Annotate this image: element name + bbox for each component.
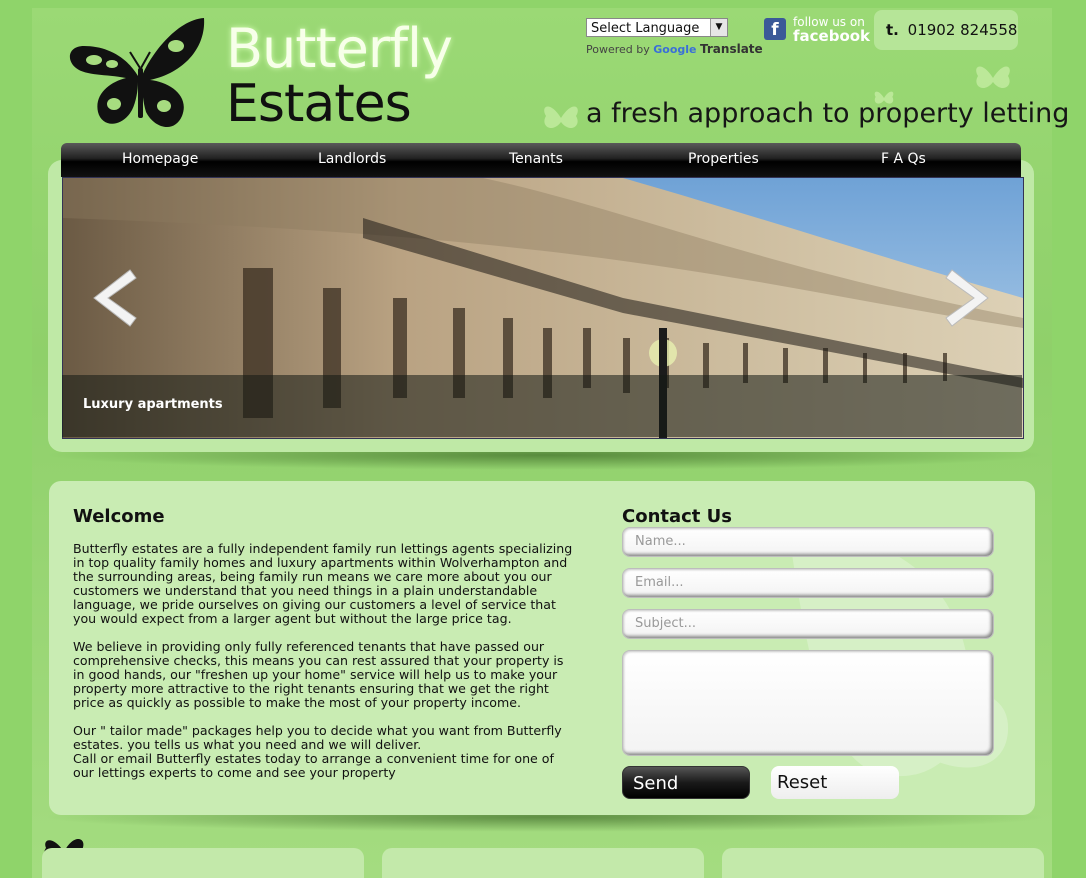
welcome-title: Welcome	[73, 506, 165, 527]
contact-title: Contact Us	[622, 506, 733, 527]
language-select[interactable]: Select Language ▼	[586, 18, 728, 37]
email-field[interactable]: Email...	[622, 568, 994, 598]
chevron-right-icon[interactable]	[944, 268, 996, 328]
phone-box: t. 01902 824558	[874, 10, 1018, 50]
decorative-butterfly-icon	[976, 66, 1010, 89]
slide-caption-bar: Luxury apartments	[62, 375, 1022, 437]
powered-by-text: Powered by	[586, 43, 650, 56]
facebook-line2: facebook	[793, 27, 871, 45]
welcome-paragraph-3: Our " tailor made" packages help you to …	[73, 723, 562, 752]
subject-field[interactable]: Subject...	[622, 609, 994, 639]
main-nav: Homepage Landlords Tenants Properties F …	[61, 143, 1021, 177]
send-button[interactable]: Send	[622, 766, 750, 799]
phone-prefix: t.	[886, 21, 899, 39]
nav-homepage[interactable]: Homepage	[122, 143, 198, 177]
bottom-box-1	[42, 848, 364, 878]
reset-button[interactable]: Reset	[771, 766, 899, 799]
welcome-paragraph-2: We believe in providing only fully refer…	[73, 639, 564, 710]
phone-number: 01902 824558	[907, 21, 1018, 39]
butterfly-logo-icon	[69, 18, 205, 128]
facebook-link[interactable]: follow us on facebook	[793, 16, 870, 44]
facebook-icon[interactable]: f	[764, 18, 786, 40]
decorative-butterfly-icon	[544, 106, 578, 129]
language-select-label: Select Language	[591, 21, 700, 36]
welcome-paragraph-4: Call or email Butterfly estates today to…	[73, 751, 554, 780]
nav-tenants[interactable]: Tenants	[509, 143, 563, 177]
powered-by-google: Powered by Google Translate	[586, 42, 763, 56]
nav-landlords[interactable]: Landlords	[318, 143, 386, 177]
nav-faqs[interactable]: F A Qs	[881, 143, 926, 177]
bottom-box-2	[382, 848, 704, 878]
brand-name-line2: Estates	[226, 74, 412, 134]
slide-caption: Luxury apartments	[83, 397, 223, 412]
welcome-paragraph-1: Butterfly estates are a fully independen…	[73, 541, 573, 626]
nav-properties[interactable]: Properties	[688, 143, 759, 177]
chevron-left-icon[interactable]	[86, 268, 138, 328]
translate-link[interactable]: Translate	[700, 42, 763, 56]
google-logo-text: Google	[653, 43, 697, 56]
bottom-box-3	[722, 848, 1044, 878]
chevron-down-icon: ▼	[710, 19, 727, 36]
name-field[interactable]: Name...	[622, 527, 994, 557]
tagline: a fresh approach to property letting	[586, 98, 1070, 129]
message-field[interactable]	[622, 650, 994, 756]
welcome-text: Butterfly estates are a fully independen…	[73, 542, 578, 780]
brand-name-line1: Butterfly	[226, 17, 453, 80]
